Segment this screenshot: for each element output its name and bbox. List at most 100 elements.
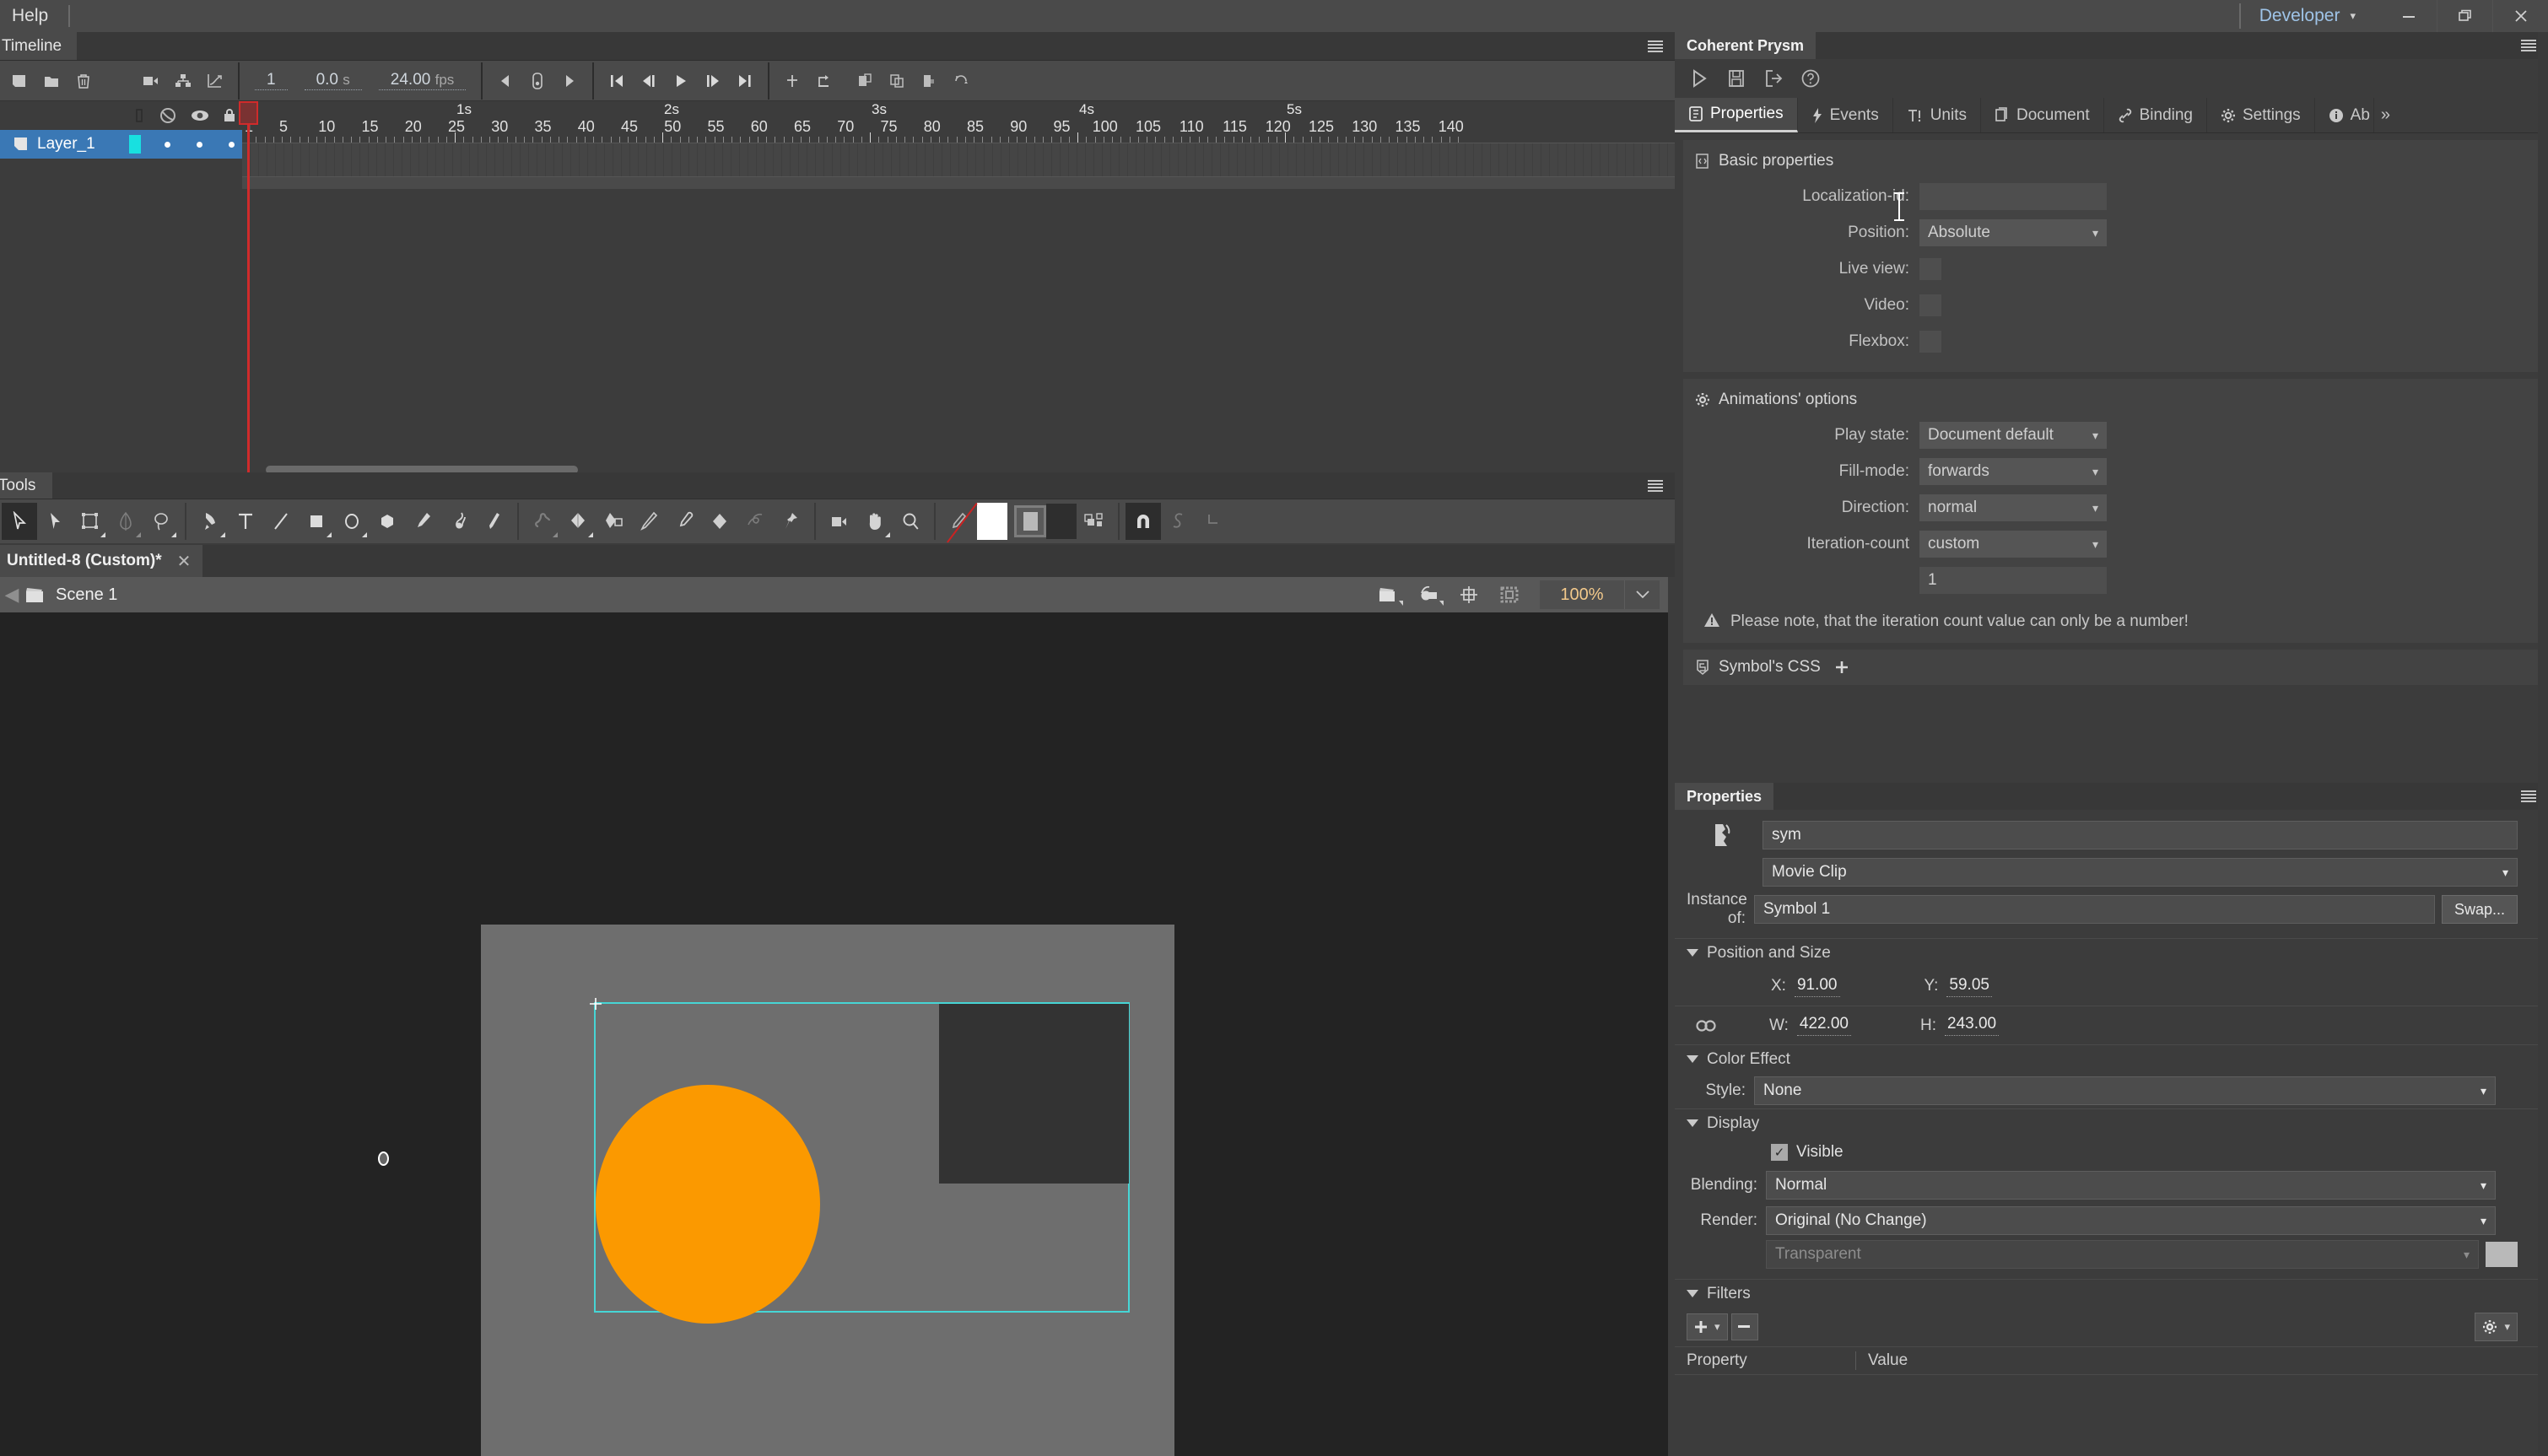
layer-name[interactable]: Layer_1 — [37, 135, 95, 154]
instance-of-input[interactable]: Symbol 1 — [1754, 895, 2435, 924]
insert-frame-icon[interactable] — [849, 64, 881, 98]
filters-table-body[interactable] — [1675, 1375, 2548, 1456]
hand-tool-icon[interactable] — [857, 503, 893, 540]
close-icon[interactable]: ✕ — [177, 551, 192, 572]
symbol-type-select[interactable]: Movie Clip ▾ — [1763, 858, 2518, 887]
back-arrow-icon[interactable]: ◀ — [0, 584, 24, 606]
step-forward-icon[interactable] — [697, 64, 729, 98]
transform-center-marker[interactable] — [378, 1151, 389, 1166]
asset-warp-tool-icon[interactable] — [596, 503, 631, 540]
eye-icon[interactable] — [190, 108, 210, 123]
eyedropper-tool-icon[interactable] — [667, 503, 702, 540]
position-select[interactable]: Absolute ▾ — [1919, 219, 2107, 246]
hide-icon[interactable] — [132, 107, 146, 124]
minimize-icon[interactable] — [2381, 0, 2437, 32]
direction-select[interactable]: normal ▾ — [1919, 494, 2107, 521]
paint-brush-tool-icon[interactable] — [440, 503, 476, 540]
fill-color-icon[interactable] — [1014, 505, 1046, 537]
camera-icon[interactable] — [135, 64, 167, 98]
line-tool-icon[interactable] — [263, 503, 299, 540]
blending-select[interactable]: Normal ▾ — [1766, 1171, 2496, 1200]
panel-menu-icon[interactable] — [1638, 32, 1675, 60]
playhead[interactable] — [247, 101, 250, 477]
zoom-level-value[interactable]: 100% — [1540, 585, 1624, 605]
color-effect-header[interactable]: Color Effect — [1675, 1044, 2548, 1073]
lock-icon[interactable] — [222, 107, 237, 124]
tab-units[interactable]: Units — [1893, 98, 1981, 132]
new-folder-icon[interactable] — [35, 64, 67, 98]
pen-tool-icon[interactable] — [192, 503, 228, 540]
paint-bucket-tool-icon[interactable] — [560, 503, 596, 540]
auto-keyframe-icon[interactable] — [808, 64, 840, 98]
graph-editor-icon[interactable] — [199, 64, 231, 98]
step-back-icon[interactable] — [633, 64, 665, 98]
loop-playback-icon[interactable] — [945, 64, 977, 98]
instance-name-input[interactable]: sym — [1763, 821, 2518, 849]
h-value[interactable]: 243.00 — [1945, 1015, 2000, 1036]
render-select[interactable]: Original (No Change) ▾ — [1766, 1206, 2496, 1235]
live-view-checkbox[interactable] — [1919, 258, 1941, 280]
edit-symbols-icon[interactable] — [1410, 577, 1447, 612]
spray-brush-tool-icon[interactable] — [737, 503, 773, 540]
edit-scene-icon[interactable] — [1369, 577, 1406, 612]
timeline-frames[interactable]: 1s2s3s4s5s 15101520253035404550556065707… — [242, 101, 1675, 477]
free-transform-tool-icon[interactable] — [73, 503, 108, 540]
workspace-label[interactable]: Developer — [2259, 6, 2340, 26]
width-tool-icon[interactable] — [631, 503, 667, 540]
play-state-select[interactable]: Document default ▾ — [1919, 422, 2107, 449]
tab-properties-panel[interactable]: Properties — [1675, 783, 1774, 810]
stage-canvas[interactable] — [481, 925, 1174, 1456]
add-filter-button[interactable]: ▾ — [1687, 1313, 1728, 1340]
tab-document[interactable]: Document — [1981, 98, 2104, 132]
bone-tool-icon[interactable] — [525, 503, 560, 540]
stage-area[interactable] — [0, 612, 1668, 1456]
playhead-handle[interactable] — [239, 101, 258, 125]
flexbox-checkbox[interactable] — [1919, 331, 1941, 353]
display-header[interactable]: Display — [1675, 1108, 2548, 1137]
tools-panel-menu-icon[interactable] — [1638, 472, 1675, 499]
current-time-field[interactable]: 0.0 s — [304, 71, 362, 90]
help-icon[interactable] — [1796, 62, 1825, 94]
tab-about[interactable]: Ab — [2315, 98, 2374, 132]
preview-play-icon[interactable] — [1685, 62, 1714, 94]
clip-content-icon[interactable] — [1491, 577, 1528, 612]
loop-end-icon[interactable] — [553, 64, 586, 98]
tab-timeline[interactable]: Timeline — [0, 32, 78, 60]
localization-id-input[interactable] — [1919, 183, 2107, 210]
go-to-last-frame-icon[interactable] — [729, 64, 761, 98]
video-checkbox[interactable] — [1919, 294, 1941, 316]
center-frame-icon[interactable] — [776, 64, 808, 98]
layer-parenting-icon[interactable] — [167, 64, 199, 98]
plus-icon[interactable] — [1834, 660, 1849, 675]
layer-lock-toggle[interactable] — [225, 141, 237, 148]
frame-ruler[interactable]: 1510152025303540455055606570758085909510… — [242, 118, 1675, 143]
tab-events[interactable]: Events — [1798, 98, 1893, 132]
eraser-tool-icon[interactable] — [702, 503, 737, 540]
pencil-tool-icon[interactable] — [405, 503, 440, 540]
snap-to-objects-icon[interactable] — [1126, 503, 1161, 540]
visible-checkbox[interactable]: ✓ — [1771, 1144, 1788, 1161]
loop-range-icon[interactable] — [521, 64, 553, 98]
brush-tool-icon[interactable] — [476, 503, 511, 540]
right-dock-scrollbar[interactable] — [2538, 32, 2548, 1456]
document-tab[interactable]: Untitled-8 (Custom)* ✕ — [0, 545, 203, 577]
zoom-tool-icon[interactable] — [893, 503, 928, 540]
tab-tools[interactable]: Tools — [0, 472, 53, 499]
restore-icon[interactable] — [2437, 0, 2492, 32]
symbol-css-title-row[interactable]: Symbol's CSS — [1683, 655, 2540, 680]
close-icon[interactable] — [2492, 0, 2548, 32]
chevron-down-icon[interactable] — [1624, 580, 1660, 609]
color-style-select[interactable]: None ▾ — [1754, 1076, 2496, 1105]
swap-colors-icon[interactable] — [1077, 503, 1112, 540]
smooth-icon[interactable] — [1161, 503, 1196, 540]
new-layer-icon[interactable] — [3, 64, 35, 98]
fps-field[interactable]: 24.00 fps — [378, 71, 467, 90]
filter-options-button[interactable]: ▾ — [2475, 1313, 2518, 1341]
center-stage-icon[interactable] — [1450, 577, 1487, 612]
frame-cells[interactable] — [242, 143, 1675, 177]
y-value[interactable]: 59.05 — [1946, 976, 1992, 997]
chevron-right-icon[interactable]: » — [2374, 98, 2397, 132]
play-icon[interactable] — [665, 64, 697, 98]
tab-binding[interactable]: Binding — [2104, 98, 2207, 132]
gradient-transform-tool-icon[interactable] — [108, 503, 143, 540]
